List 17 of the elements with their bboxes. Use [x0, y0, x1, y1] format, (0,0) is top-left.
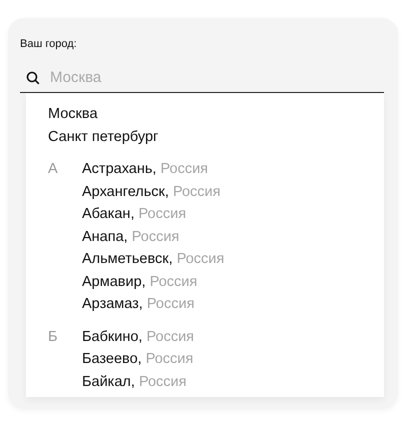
city-option[interactable]: Абакан, Россия	[82, 203, 186, 226]
city-option[interactable]: Бабкино, Россия	[82, 326, 194, 348]
city-option[interactable]: Москва	[48, 103, 98, 126]
city-option[interactable]: Архангельск, Россия	[82, 180, 221, 203]
search-field[interactable]: Москва	[48, 68, 378, 87]
city-option[interactable]: Астрахань, Россия	[82, 158, 208, 180]
letter-heading: А	[48, 160, 59, 179]
search-icon	[26, 70, 40, 84]
city-option[interactable]: Арзамаз, Россия	[82, 293, 194, 316]
city-option[interactable]: Санкт петербург	[48, 126, 158, 148]
letter-heading: Б	[48, 328, 59, 346]
field-label: Ваш город:	[20, 38, 77, 50]
city-option[interactable]: Анапа, Россия	[82, 226, 180, 248]
city-option[interactable]: Базеево, Россия	[82, 348, 194, 370]
city-option[interactable]: Альметьевск, Россия	[82, 248, 224, 270]
city-option[interactable]: Байкал, Россия	[82, 370, 186, 393]
city-option[interactable]: Армавир, Россия	[82, 270, 198, 293]
